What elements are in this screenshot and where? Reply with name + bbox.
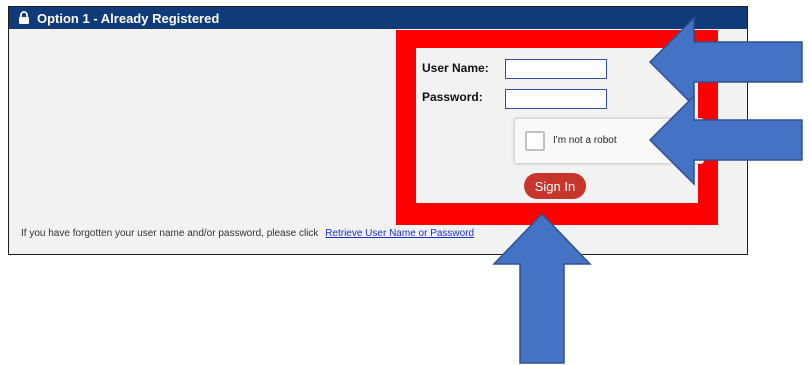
sign-in-button[interactable]: Sign In: [524, 173, 586, 199]
panel-header: Option 1 - Already Registered: [9, 7, 747, 29]
forgot-credentials-text: If you have forgotten your user name and…: [21, 228, 474, 239]
captcha-label: I'm not a robot: [553, 135, 617, 146]
username-input[interactable]: [505, 59, 607, 79]
arrow-up-icon: [492, 212, 592, 364]
password-input[interactable]: [505, 89, 607, 109]
captcha-checkbox[interactable]: [525, 131, 545, 151]
footer-text: If you have forgotten your user name and…: [21, 228, 319, 239]
lock-icon: [17, 11, 31, 25]
arrow-left-icon-2: [648, 94, 803, 186]
panel-title: Option 1 - Already Registered: [37, 10, 220, 26]
retrieve-credentials-link[interactable]: Retrieve User Name or Password: [325, 228, 474, 239]
username-label: User Name:: [422, 61, 489, 75]
password-label: Password:: [422, 90, 483, 104]
